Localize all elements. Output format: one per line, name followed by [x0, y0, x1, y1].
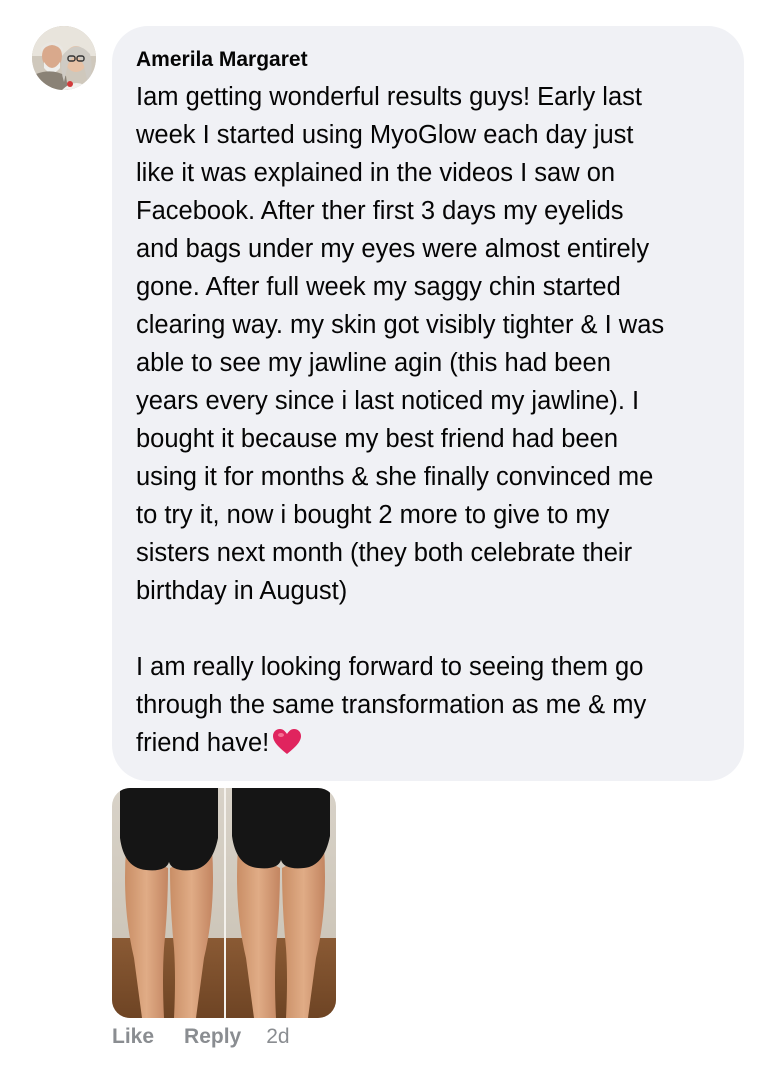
reply-button[interactable]: Reply	[184, 1022, 241, 1052]
heart-icon	[273, 728, 302, 766]
comment-text-paragraph-2-text: I am really looking forward to seeing th…	[136, 653, 647, 757]
comment-text-paragraph-1: Iam getting wonderful results guys! Earl…	[136, 83, 665, 605]
author-avatar[interactable]	[32, 26, 96, 90]
comment-author-name[interactable]: Amerila Margaret	[136, 45, 720, 75]
comment-actions: Like Reply 2d	[112, 1022, 290, 1052]
comment-timestamp[interactable]: 2d	[266, 1022, 289, 1052]
comment-text-paragraph-2: I am really looking forward to seeing th…	[136, 648, 720, 766]
like-button[interactable]: Like	[112, 1022, 154, 1052]
avatar-photo	[32, 26, 96, 90]
comment-bubble: Amerila Margaret Iam getting wonderful r…	[112, 26, 744, 781]
attached-photo[interactable]	[112, 788, 336, 1018]
before-after-legs-photo	[112, 788, 336, 1018]
